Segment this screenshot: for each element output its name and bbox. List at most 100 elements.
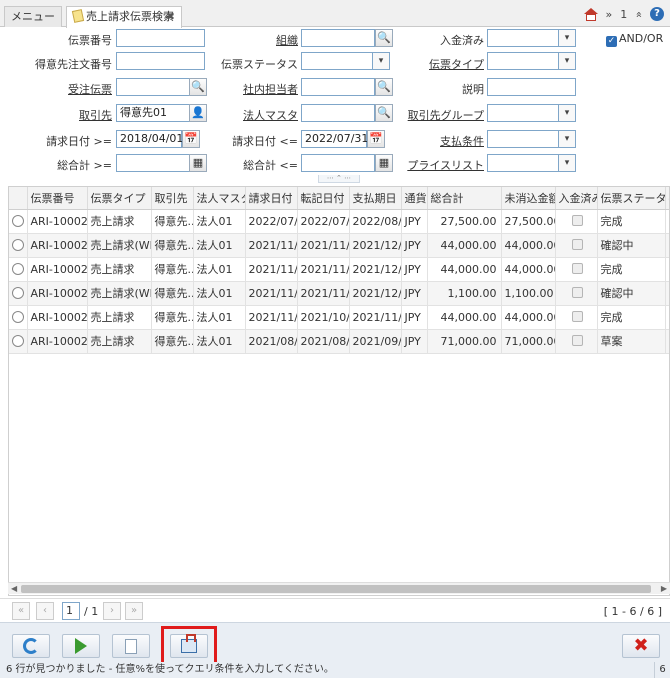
corp-master-input[interactable] (301, 104, 375, 122)
column-header[interactable]: 通貨 (401, 187, 428, 210)
table-cell: 法人01 (193, 209, 246, 234)
paid-select[interactable] (487, 29, 576, 47)
refresh-icon (23, 638, 39, 654)
corp-master-label[interactable]: 法人マスタ (220, 107, 298, 123)
table-cell: 確認中 (597, 281, 666, 306)
collapse-down-icon[interactable]: » (606, 8, 613, 21)
corp-master-search-icon[interactable]: 🔍 (375, 104, 393, 122)
column-header[interactable]: 転記日付 (297, 187, 350, 210)
home-icon[interactable] (583, 7, 598, 21)
column-header[interactable]: 支払期日 (349, 187, 402, 210)
help-icon[interactable]: ? (650, 7, 664, 21)
table-row[interactable]: ARI-1000272売上請求(WF)得意先...法人012021/11/032… (9, 281, 669, 306)
row-radio[interactable] (12, 334, 24, 347)
prev-page-button[interactable]: ‹ (36, 602, 54, 620)
row-select-cell[interactable] (9, 209, 28, 234)
scrollbar-thumb[interactable] (21, 585, 651, 593)
sales-rep-label[interactable]: 社内担当者 (220, 81, 298, 97)
tab-invoice-search[interactable]: 売上請求伝票検索 ✖ (66, 6, 182, 28)
doc-no-input[interactable] (116, 29, 205, 47)
column-header[interactable]: 取引先 (151, 187, 194, 210)
refresh-button[interactable] (12, 634, 50, 658)
table-cell: 44,000.00 (501, 305, 556, 330)
andor-toggle[interactable]: ✓ AND/OR (606, 32, 663, 47)
row-radio[interactable] (12, 286, 24, 299)
scroll-right-icon[interactable]: ▶ (661, 583, 667, 595)
table-cell: 法人01 (193, 257, 246, 282)
row-select-cell[interactable] (9, 305, 28, 330)
next-button[interactable] (62, 634, 100, 658)
date-to-input[interactable]: 2022/07/31 (301, 130, 368, 148)
last-page-button[interactable]: » (125, 602, 143, 620)
close-button[interactable]: ✖ (622, 634, 660, 658)
doc-type-label[interactable]: 伝票タイプ (400, 56, 484, 72)
pay-term-label[interactable]: 支払条件 (400, 133, 484, 149)
table-row[interactable]: ARI-1000276売上請求(WF)得意先...法人012021/11/082… (9, 233, 669, 258)
calculator-icon[interactable]: ▦ (189, 154, 207, 172)
column-header[interactable]: 総合計 (427, 187, 502, 210)
table-row[interactable]: ARI-1000291売上請求得意先...法人012022/07/112022/… (9, 209, 669, 234)
order-doc-label[interactable]: 受注伝票 (20, 81, 112, 97)
page-input[interactable]: 1 (62, 602, 80, 620)
calculator-icon[interactable]: ▦ (375, 154, 393, 172)
calendar-icon[interactable]: 📅 (367, 130, 385, 148)
column-header[interactable]: 伝票タイプ (87, 187, 152, 210)
org-search-icon[interactable]: 🔍 (375, 29, 393, 47)
next-page-button[interactable]: › (103, 602, 121, 620)
column-header[interactable]: 未消込金額 (501, 187, 556, 210)
price-list-label[interactable]: プライスリスト (400, 157, 484, 173)
org-input[interactable] (301, 29, 375, 47)
price-list-select[interactable] (487, 154, 576, 172)
table-cell: 得意先... (151, 209, 194, 234)
collapse-handle[interactable]: ⋯ ⌃ ⋯ (318, 175, 360, 183)
total-to-input[interactable] (301, 154, 375, 172)
person-icon[interactable]: 👤 (189, 104, 207, 122)
close-tab-icon[interactable]: ✖ (166, 7, 175, 26)
order-doc-input[interactable] (116, 78, 190, 96)
column-header[interactable]: 伝票番号 (27, 187, 88, 210)
calendar-icon[interactable]: 📅 (182, 130, 200, 148)
desc-input[interactable] (487, 78, 576, 96)
first-page-button[interactable]: « (12, 602, 30, 620)
document-icon (71, 9, 85, 23)
partner-group-label[interactable]: 取引先グループ (400, 107, 484, 123)
total-from-input[interactable] (116, 154, 190, 172)
column-header[interactable]: 伝票ステータス (597, 187, 666, 210)
tab-menu[interactable]: メニュー (4, 6, 62, 27)
column-header[interactable]: 請求日付 (245, 187, 298, 210)
pay-term-select[interactable] (487, 130, 576, 148)
column-header[interactable]: 法人マスタ (193, 187, 246, 210)
partner-group-select[interactable] (487, 104, 576, 122)
row-radio[interactable] (12, 310, 24, 323)
cust-po-input[interactable] (116, 52, 205, 70)
row-radio[interactable] (12, 238, 24, 251)
table-row[interactable]: ARI-1000271売上請求得意先...法人012021/08/...2021… (9, 329, 669, 354)
doc-status-select[interactable] (301, 52, 390, 70)
partner-label[interactable]: 取引先 (20, 107, 112, 123)
order-doc-search-icon[interactable]: 🔍 (189, 78, 207, 96)
scroll-left-icon[interactable]: ◀ (11, 583, 17, 595)
horizontal-scrollbar[interactable]: ◀ ▶ (8, 582, 670, 594)
table-cell: 1,100.00 (427, 281, 502, 306)
table-row[interactable]: ARI-1000273売上請求得意先...法人012021/11/082021/… (9, 257, 669, 282)
column-header[interactable]: 社 (665, 187, 669, 210)
row-radio[interactable] (12, 214, 24, 227)
paid-checkbox (572, 286, 583, 298)
zoom-button[interactable] (112, 634, 150, 658)
collapse-up-icon[interactable]: » (632, 11, 645, 18)
sales-rep-input[interactable] (301, 78, 375, 96)
doc-status-label: 伝票ステータス (221, 58, 298, 71)
doc-type-select[interactable] (487, 52, 576, 70)
sales-rep-search-icon[interactable]: 🔍 (375, 78, 393, 96)
org-label[interactable]: 組織 (230, 32, 298, 48)
table-row[interactable]: ARI-1000278売上請求得意先...法人012021/11/012021/… (9, 305, 669, 330)
row-select-cell[interactable] (9, 233, 28, 258)
column-header[interactable]: 入金済み (555, 187, 598, 210)
row-select-cell[interactable] (9, 329, 28, 354)
table-cell: 44,000.00 (427, 305, 502, 330)
partner-input[interactable]: 得意先01 (116, 104, 190, 122)
row-select-cell[interactable] (9, 281, 28, 306)
date-from-input[interactable]: 2018/04/01 (116, 130, 183, 148)
row-select-cell[interactable] (9, 257, 28, 282)
row-radio[interactable] (12, 262, 24, 275)
